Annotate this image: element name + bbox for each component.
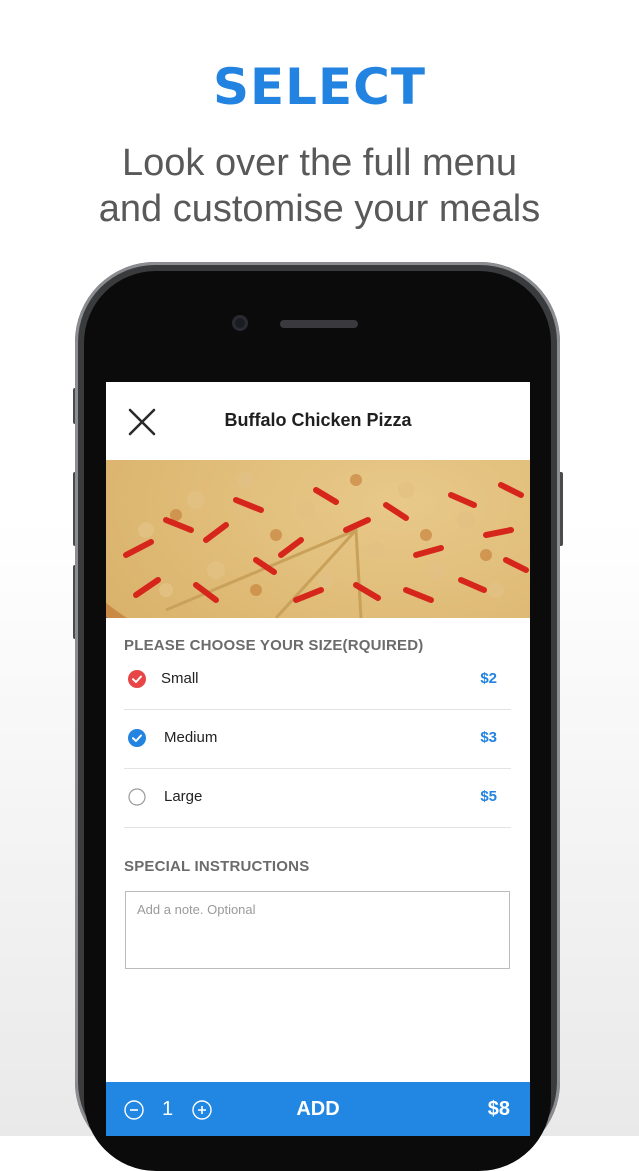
nav-bar: Buffalo Chicken Pizza (106, 382, 530, 460)
checked-radio-icon (128, 670, 146, 688)
order-total: $8 (487, 1098, 510, 1120)
checked-radio-icon (128, 729, 146, 747)
size-option-price: $2 (480, 670, 497, 687)
increase-quantity-button[interactable] (192, 1100, 212, 1120)
promo-subline-line-1: Look over the full menu (121, 142, 517, 184)
minus-icon (124, 1100, 144, 1120)
earpiece-speaker (280, 320, 358, 328)
size-option-medium[interactable]: Medium $3 (124, 709, 511, 769)
add-to-order-button[interactable]: ADD (276, 1094, 360, 1124)
promo-subline: Look over the full menu and customise yo… (0, 140, 639, 232)
size-option-price: $3 (480, 729, 497, 746)
page-title: Buffalo Chicken Pizza (224, 410, 412, 430)
size-option-label: Large (164, 788, 203, 805)
promo-subline-line-2: and customise your meals (98, 188, 541, 230)
plus-icon (192, 1100, 212, 1120)
size-option-price: $5 (480, 788, 497, 805)
promo-headline: SELECT (213, 58, 426, 116)
size-option-small[interactable]: Small $2 (124, 650, 511, 710)
quantity-value: 1 (162, 1098, 174, 1120)
special-instructions-field[interactable] (125, 891, 510, 969)
pizza-photo-icon (106, 382, 530, 690)
size-option-label: Medium (164, 729, 218, 746)
item-detail-screen: Buffalo Chicken Pizza PLEASE CHOOSE YOUR… (106, 382, 530, 1136)
unchecked-radio-icon (128, 788, 146, 806)
special-instructions-label: SPECIAL INSTRUCTIONS (124, 858, 310, 875)
pizza-photo (106, 382, 530, 690)
decrease-quantity-button[interactable] (124, 1100, 144, 1120)
size-option-large[interactable]: Large $5 (124, 768, 511, 828)
front-camera (232, 315, 248, 331)
size-option-label: Small (161, 670, 199, 687)
order-bar: 1 ADD $8 (106, 1082, 530, 1136)
